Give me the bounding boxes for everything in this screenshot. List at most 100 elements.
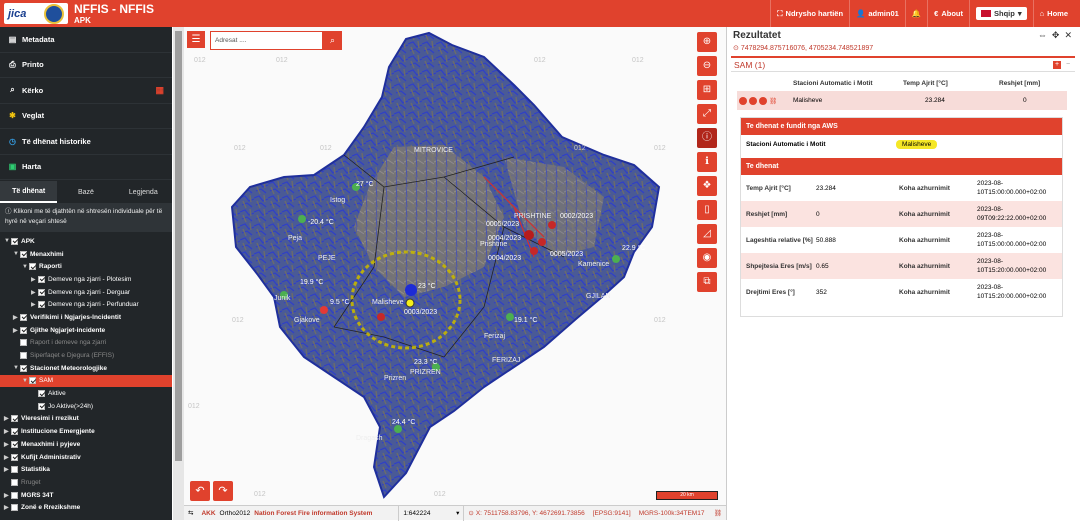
layer-node[interactable]: Siperfaqet e Djegura (EFFIS) <box>0 349 172 362</box>
layers-button[interactable]: ❖ <box>697 176 717 196</box>
layer-checkbox[interactable] <box>29 263 36 271</box>
layer-node[interactable]: ▶ Vleresimi i rrezikut <box>0 413 172 426</box>
result-row[interactable]: ⛓ Malisheve 23.284 0 <box>737 91 1067 110</box>
link-icon[interactable]: ⛓ <box>769 97 777 105</box>
expand-toggle-icon[interactable]: ▶ <box>4 441 11 448</box>
layer-node[interactable]: ▼ Stacionet Meteorologjike <box>0 362 172 375</box>
layer-checkbox[interactable] <box>38 275 45 283</box>
layer-checkbox[interactable] <box>11 440 18 448</box>
menu-print[interactable]: ⎙ Printo <box>0 53 172 78</box>
expand-toggle-icon[interactable]: ▶ <box>4 415 11 422</box>
layer-node[interactable]: ▼ APK <box>0 235 172 248</box>
zoom-box-button[interactable]: ⊞ <box>697 80 717 100</box>
scale-select[interactable]: 1:642224 ▾ <box>398 505 465 521</box>
notifications-button[interactable]: 🔔 <box>904 0 927 27</box>
expand-toggle-icon[interactable]: ▶ <box>4 504 11 511</box>
layer-node[interactable]: ▶ Menaxhimi i pyjeve <box>0 438 172 451</box>
expand-toggle-icon[interactable]: ▼ <box>13 251 20 257</box>
info-panel-button[interactable]: ℹ <box>697 152 717 172</box>
close-icon[interactable]: ✕ <box>1064 30 1072 41</box>
link-icon[interactable]: ⛓ <box>710 506 726 521</box>
layer-checkbox[interactable] <box>11 491 18 499</box>
layer-node[interactable]: ▶ Institucione Emergjente <box>0 425 172 438</box>
map-view[interactable]: 012 012 012 012 012 012 012 012 012 012 … <box>184 27 726 520</box>
map-menu-button[interactable]: ☰ <box>187 31 205 48</box>
layer-node[interactable]: ▶ Demeve nga zjarri - Perfunduar <box>0 298 172 311</box>
language-select[interactable]: Shqip ▾ <box>969 0 1033 27</box>
layer-checkbox[interactable] <box>20 352 27 360</box>
layer-node[interactable]: ▶ Statistika <box>0 463 172 476</box>
remove-icon[interactable] <box>749 96 757 105</box>
change-map-button[interactable]: ⛶ Ndrysho hartiën <box>770 0 849 27</box>
expand-toggle-icon[interactable]: ▼ <box>13 365 20 371</box>
layer-checkbox[interactable] <box>29 377 36 385</box>
expand-toggle-icon[interactable]: ▶ <box>31 276 38 283</box>
layer-checkbox[interactable] <box>20 250 27 258</box>
zoom-out-button[interactable]: ⊖ <box>697 56 717 76</box>
menu-search[interactable]: ⌕ Kërko ▦ <box>0 78 172 104</box>
layer-checkbox[interactable] <box>11 478 18 486</box>
search-button[interactable]: ⌕ <box>323 31 342 50</box>
layer-node[interactable]: Raport i demeve nga zjarri <box>0 337 172 350</box>
layer-checkbox[interactable] <box>11 466 18 474</box>
expand-toggle-icon[interactable]: ▶ <box>4 492 11 499</box>
layer-node[interactable]: ▼ Menaxhimi <box>0 248 172 261</box>
menu-map[interactable]: ▣ Harta <box>0 155 172 180</box>
layer-checkbox[interactable] <box>38 390 45 398</box>
screenshot-button[interactable]: ◉ <box>697 248 717 268</box>
layer-checkbox[interactable] <box>11 237 18 245</box>
map-canvas[interactable] <box>184 27 726 520</box>
identify-button[interactable]: ⓘ <box>697 128 717 148</box>
layer-checkbox[interactable] <box>38 301 45 309</box>
calculator-icon[interactable]: ▦ <box>155 85 164 96</box>
expand-toggle-icon[interactable]: ▶ <box>4 466 11 473</box>
layer-checkbox[interactable] <box>11 428 18 436</box>
zoom-in-button[interactable]: ⊕ <box>697 32 717 52</box>
pin-icon[interactable]: ✥ <box>1052 30 1060 41</box>
measure-button[interactable]: ◿ <box>697 224 717 244</box>
user-menu-button[interactable]: 👤 admin01 <box>849 0 905 27</box>
tab-data[interactable]: Të dhënat <box>0 181 58 203</box>
layer-node[interactable]: ▶ Gjithe Ngjarjet-incidente <box>0 324 172 337</box>
expand-toggle-icon[interactable]: ▼ <box>22 264 29 270</box>
layer-checkbox[interactable] <box>20 364 27 372</box>
full-extent-button[interactable]: ⤢ <box>697 104 717 124</box>
plus-icon[interactable]: + <box>1053 60 1061 69</box>
layer-checkbox[interactable] <box>20 326 27 334</box>
layer-checkbox[interactable] <box>38 402 45 410</box>
expand-toggle-icon[interactable]: ▶ <box>4 428 11 435</box>
share-button[interactable]: ⧉ <box>697 272 717 292</box>
expand-toggle-icon[interactable]: ▶ <box>13 314 20 321</box>
split-view-button[interactable]: ▯ <box>697 200 717 220</box>
layer-node[interactable]: ▼ SAM <box>0 374 172 388</box>
layer-node[interactable]: ▶ Demeve nga zjarri - Plotesim <box>0 273 172 286</box>
address-search-input[interactable]: Adresat .... <box>210 31 323 50</box>
minus-icon[interactable]: − <box>1064 60 1072 69</box>
sam-group-header[interactable]: SAM (1) + − <box>731 58 1075 72</box>
layer-node[interactable]: Rruget <box>0 476 172 489</box>
expand-toggle-icon[interactable]: ▶ <box>31 289 38 296</box>
layer-node[interactable]: Aktive <box>0 387 172 400</box>
tab-legend[interactable]: Legjenda <box>115 181 172 203</box>
expand-toggle-icon[interactable]: ▶ <box>4 454 11 461</box>
layer-node[interactable]: ▶ Verifikimi i Ngjarjes-Incidentit <box>0 311 172 324</box>
layer-node[interactable]: ▶ MGRS 34T <box>0 489 172 502</box>
layer-node[interactable]: ▼ Raporti <box>0 260 172 273</box>
layer-node[interactable]: Jo Aktive(>24h) <box>0 400 172 413</box>
menu-metadata[interactable]: ▤ Metadata <box>0 27 172 53</box>
menu-tools[interactable]: ✱ Veglat <box>0 104 172 129</box>
swap-icon[interactable]: ⇔ <box>1038 30 1047 41</box>
layer-checkbox[interactable] <box>11 415 18 423</box>
layer-checkbox[interactable] <box>20 313 27 321</box>
home-button[interactable]: ⌂ Home <box>1032 0 1074 27</box>
layer-checkbox[interactable] <box>20 339 27 347</box>
expand-toggle-icon[interactable]: ▶ <box>13 327 20 334</box>
expand-toggle-icon[interactable]: ▶ <box>31 301 38 308</box>
tab-base[interactable]: Bazë <box>57 181 114 203</box>
redo-button[interactable]: ↷ <box>213 481 233 501</box>
layer-checkbox[interactable] <box>11 453 18 461</box>
layer-node[interactable]: ▶ Demeve nga zjarri - Derguar <box>0 286 172 299</box>
expand-toggle-icon[interactable]: ▼ <box>4 238 11 244</box>
layer-node[interactable]: ▶ Kufijt Administrativ <box>0 451 172 464</box>
locate-icon[interactable] <box>739 96 747 105</box>
